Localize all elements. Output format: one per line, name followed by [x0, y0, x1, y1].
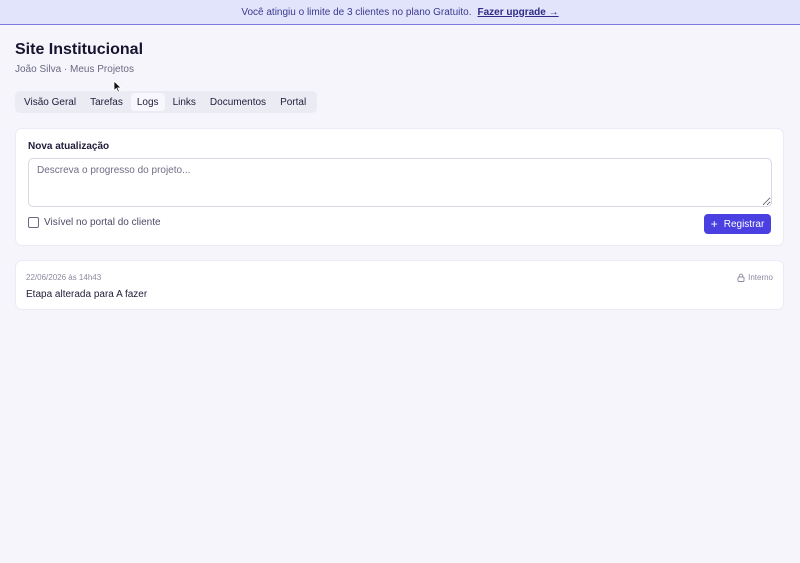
- visibility-label: Interno: [748, 273, 773, 282]
- log-text: Etapa alterada para A fazer: [26, 289, 148, 300]
- portal-visibility-label: Visível no portal do cliente: [44, 217, 161, 228]
- log-timestamp: 22/06/2026 às 14h43: [26, 273, 102, 282]
- progress-textarea[interactable]: [28, 158, 772, 207]
- portal-visibility-toggle[interactable]: Visível no portal do cliente: [28, 217, 161, 228]
- lock-icon: [737, 273, 745, 282]
- tab-visao-geral[interactable]: Visão Geral: [18, 93, 82, 111]
- tab-links[interactable]: Links: [167, 93, 202, 111]
- breadcrumb: João Silva · Meus Projetos: [15, 64, 134, 75]
- banner-message: Você atingiu o limite de 3 clientes no p…: [241, 6, 472, 18]
- tab-logs[interactable]: Logs: [130, 93, 165, 111]
- tab-portal[interactable]: Portal: [274, 93, 312, 111]
- visibility-badge: Interno: [737, 273, 773, 282]
- new-update-label: Nova atualização: [28, 141, 110, 152]
- portal-visibility-checkbox[interactable]: [28, 217, 39, 228]
- new-update-card: Nova atualização Visível no portal do cl…: [15, 128, 784, 246]
- upgrade-link[interactable]: Fazer upgrade →: [478, 7, 559, 18]
- register-button[interactable]: + Registrar: [704, 214, 771, 234]
- project-tabs: Visão Geral Tarefas Logs Links Documento…: [15, 91, 318, 113]
- plus-icon: +: [710, 217, 718, 231]
- mouse-cursor-icon: [113, 80, 122, 93]
- tab-tarefas[interactable]: Tarefas: [84, 93, 129, 111]
- page-title: Site Institucional: [15, 41, 144, 58]
- upgrade-banner: Você atingiu o limite de 3 clientes no p…: [0, 0, 800, 25]
- log-entry: 22/06/2026 às 14h43 Interno Etapa altera…: [15, 260, 784, 310]
- register-button-label: Registrar: [723, 218, 765, 230]
- tab-documentos[interactable]: Documentos: [204, 93, 272, 111]
